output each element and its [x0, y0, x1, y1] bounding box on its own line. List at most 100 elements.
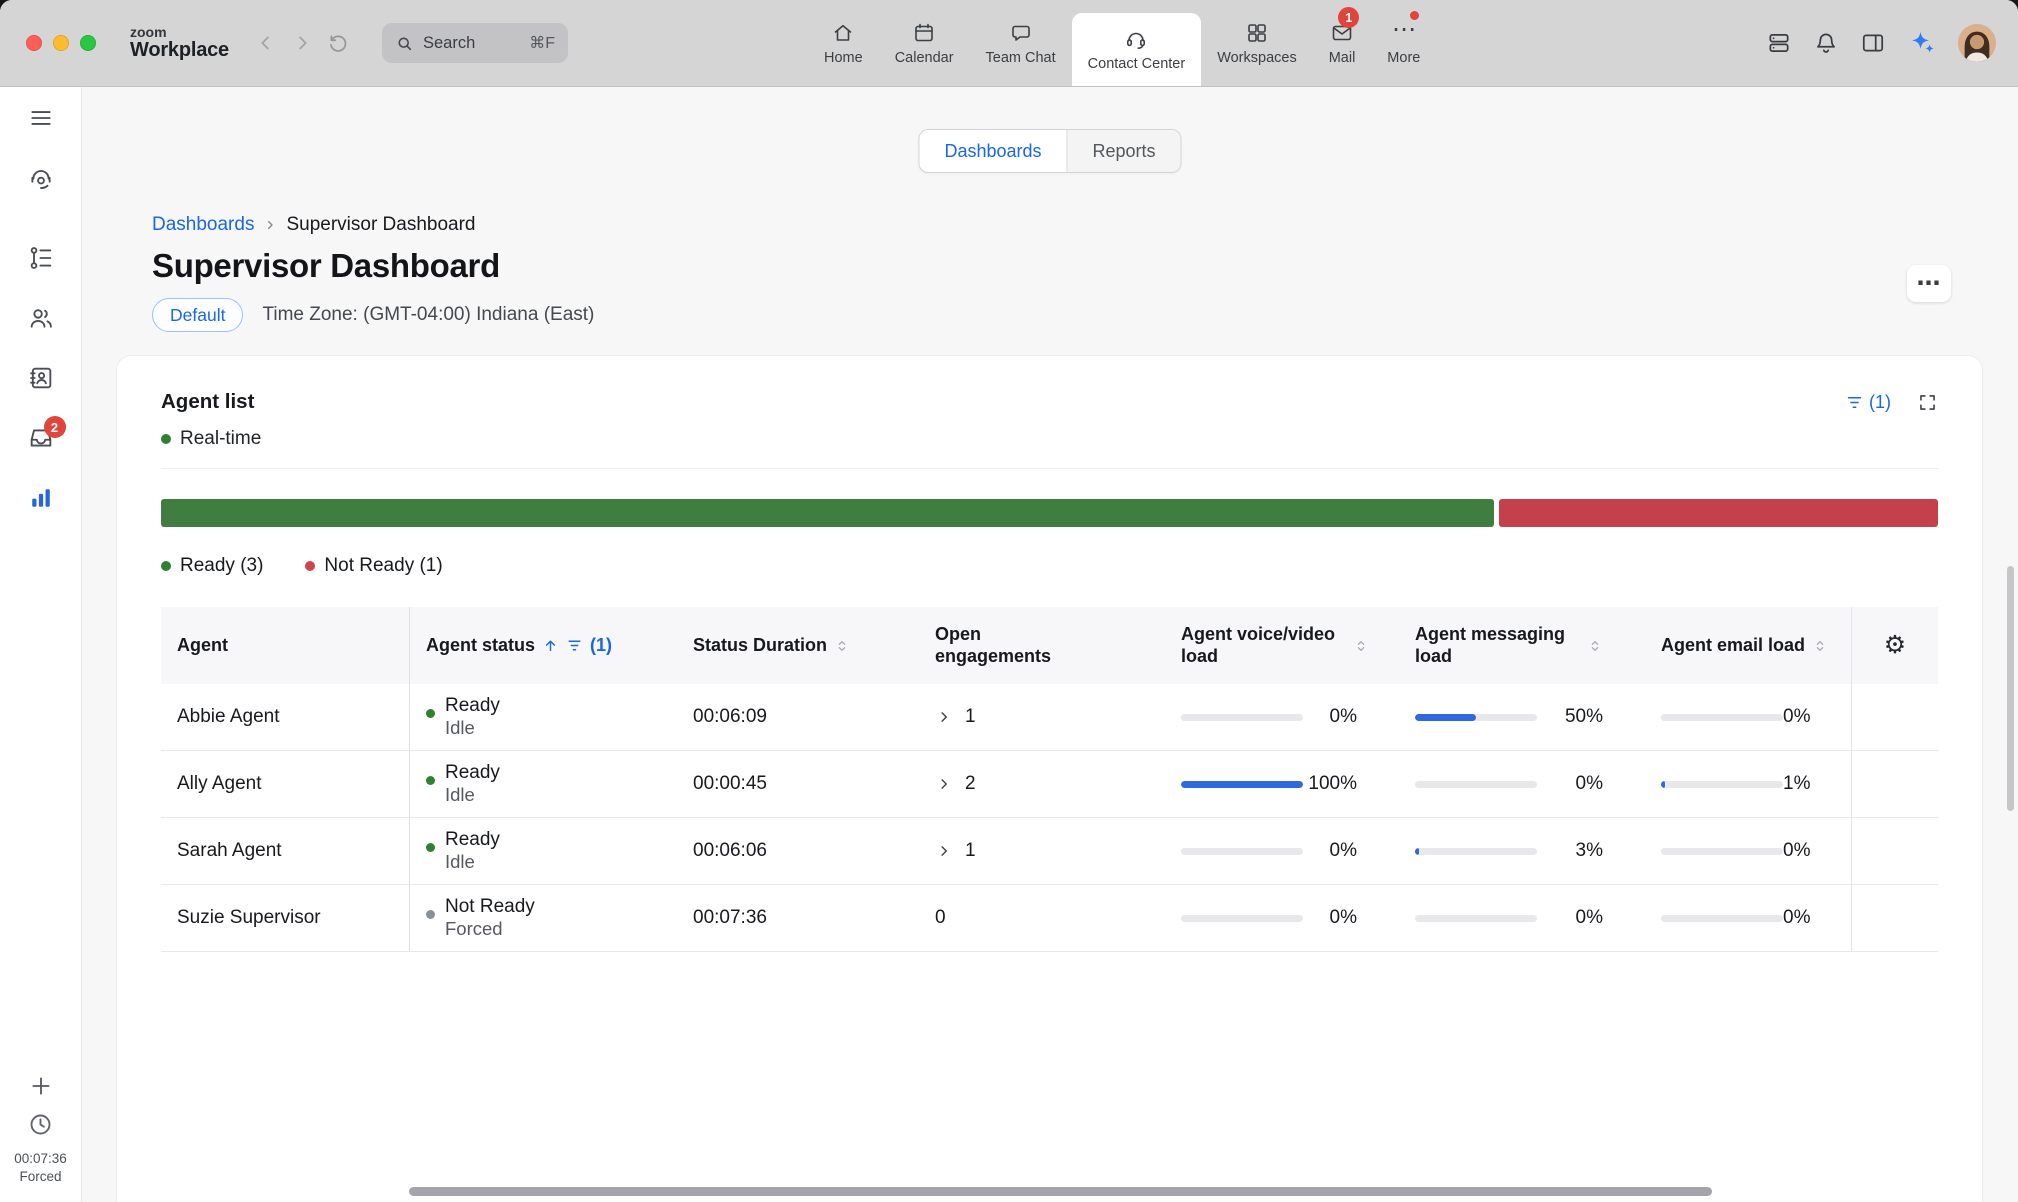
load-percent-label: 3% — [1537, 840, 1629, 862]
agent-name-cell: Abbie Agent — [161, 684, 409, 750]
open-engagements-cell[interactable]: 1 — [919, 818, 1165, 884]
dashboard-more-options-button[interactable]: ⋯ — [1907, 265, 1951, 302]
history-icon[interactable] — [327, 32, 350, 55]
sidebar-icons: 2 — [26, 103, 56, 513]
horizontal-scrollbar[interactable] — [409, 1187, 1712, 1196]
engagement-count: 0 — [935, 907, 946, 929]
status-detail-label: Idle — [445, 851, 500, 874]
open-engagements-cell: 0 — [919, 885, 1165, 951]
load-progress-track — [1415, 848, 1537, 855]
agent-table-body: Abbie AgentReadyIdle00:06:0910%50%0%Ally… — [161, 684, 1938, 952]
load-percent-label: 0% — [1303, 840, 1383, 862]
user-avatar[interactable] — [1958, 24, 1996, 62]
messaging-load-cell: 0% — [1399, 751, 1645, 817]
back-chevron-icon[interactable] — [255, 32, 277, 54]
sidebar-item-analytics[interactable] — [26, 483, 56, 513]
sidebar-item-inbox[interactable]: 2 — [26, 423, 56, 453]
nav-label: More — [1387, 50, 1420, 66]
add-plus-icon[interactable] — [28, 1073, 54, 1099]
load-percent-label: 0% — [1537, 907, 1629, 929]
ai-companion-sparkle-icon[interactable] — [1907, 28, 1937, 58]
sort-carets-icon — [1353, 638, 1369, 654]
page-title: Supervisor Dashboard — [152, 247, 500, 285]
agent-table-row[interactable]: Ally AgentReadyIdle00:00:452100%0%1% — [161, 751, 1938, 818]
notifications-bell-icon[interactable] — [1813, 30, 1839, 56]
sidebar-item-menu[interactable] — [26, 103, 56, 133]
nav-item-home[interactable]: Home — [808, 0, 879, 86]
load-progress-track — [1661, 915, 1783, 922]
nav-item-contact-center[interactable]: Contact Center — [1072, 13, 1202, 86]
headset-icon — [1124, 27, 1148, 51]
sidebar-item-flows[interactable] — [26, 243, 56, 273]
nav-item-workspaces[interactable]: Workspaces — [1201, 0, 1313, 86]
history-navigation — [255, 32, 350, 55]
column-settings-gear-icon[interactable]: ⚙ — [1851, 607, 1938, 684]
agent-name-cell: Suzie Supervisor — [161, 885, 409, 951]
tab-reports[interactable]: Reports — [1067, 130, 1181, 172]
nav-item-team-chat[interactable]: Team Chat — [970, 0, 1072, 86]
nav-item-mail[interactable]: 1 Mail — [1313, 0, 1372, 86]
sidebar-item-contacts[interactable] — [26, 303, 56, 333]
widget-title: Agent list — [161, 390, 254, 414]
sidebar-item-supervise[interactable] — [26, 163, 56, 193]
open-engagements-cell[interactable]: 2 — [919, 751, 1165, 817]
agent-table-row[interactable]: Suzie SupervisorNot ReadyForced00:07:360… — [161, 885, 1938, 952]
status-dot — [426, 709, 435, 718]
column-header-email-load[interactable]: Agent email load — [1645, 607, 1851, 684]
close-window-button[interactable] — [26, 35, 42, 51]
side-panel-icon[interactable] — [1860, 30, 1886, 56]
tab-dashboards[interactable]: Dashboards — [919, 130, 1066, 172]
column-header-voice-load[interactable]: Agent voice/video load — [1165, 607, 1399, 684]
load-progress-fill — [1661, 781, 1665, 788]
widget-filter-button[interactable]: (1) — [1845, 392, 1891, 413]
nav-label: Team Chat — [986, 50, 1056, 66]
load-progress-track — [1181, 714, 1303, 721]
titlebar: zoom Workplace Search ⌘F Home Calendar — [0, 0, 2018, 87]
zoom-window-button[interactable] — [80, 35, 96, 51]
vertical-scrollbar[interactable] — [2007, 566, 2014, 811]
legend-ready: Ready (3) — [161, 555, 263, 577]
status-label: Not Ready — [445, 895, 535, 919]
column-header-messaging-load[interactable]: Agent messaging load — [1399, 607, 1645, 684]
agent-table-row[interactable]: Abbie AgentReadyIdle00:06:0910%50%0% — [161, 684, 1938, 751]
chat-bubble-icon — [1009, 21, 1033, 45]
load-progress-track — [1661, 714, 1783, 721]
more-ellipsis-icon: ⋯ — [1392, 21, 1416, 45]
expand-row-chevron-icon[interactable] — [935, 775, 953, 793]
stack-icon[interactable] — [1766, 30, 1792, 56]
expand-fullscreen-icon[interactable] — [1917, 392, 1938, 413]
forward-chevron-icon[interactable] — [291, 32, 313, 54]
expand-row-chevron-icon[interactable] — [935, 842, 953, 860]
status-clock-icon[interactable] — [27, 1111, 54, 1138]
column-header-agent-status[interactable]: Agent status (1) — [409, 607, 677, 684]
timezone-label: Time Zone: (GMT-04:00) Indiana (East) — [262, 304, 594, 326]
load-percent-label: 50% — [1537, 706, 1629, 728]
nav-item-calendar[interactable]: Calendar — [879, 0, 970, 86]
agent-status-cell: Not ReadyForced — [409, 885, 677, 951]
inbox-unread-badge: 2 — [44, 416, 66, 438]
filter-funnel-icon — [1845, 393, 1864, 412]
legend-not-ready: Not Ready (1) — [305, 555, 442, 577]
nav-item-more[interactable]: ⋯ More — [1371, 0, 1436, 86]
status-duration-cell: 00:06:09 — [677, 684, 919, 750]
load-progress-track — [1181, 915, 1303, 922]
column-header-status-duration[interactable]: Status Duration — [677, 607, 919, 684]
expand-row-chevron-icon[interactable] — [935, 708, 953, 726]
global-search-input[interactable]: Search ⌘F — [382, 23, 568, 63]
open-engagements-cell[interactable]: 1 — [919, 684, 1165, 750]
sidebar-item-address-book[interactable] — [26, 363, 56, 393]
load-progress-track — [1415, 714, 1537, 721]
status-timer: 00:07:36 Forced — [14, 1150, 67, 1186]
agent-list-widget: Agent list (1) Real-time — [117, 356, 1982, 1202]
load-percent-label: 1% — [1783, 773, 1836, 795]
voice-load-cell: 100% — [1165, 751, 1399, 817]
breadcrumb-dashboards-link[interactable]: Dashboards — [152, 214, 254, 236]
avatar-image — [1958, 24, 1996, 62]
email-load-cell: 0% — [1645, 885, 1851, 951]
status-duration-cell: 00:06:06 — [677, 818, 919, 884]
minimize-window-button[interactable] — [53, 35, 69, 51]
load-percent-label: 0% — [1303, 907, 1383, 929]
agent-table-row[interactable]: Sarah AgentReadyIdle00:06:0610%3%0% — [161, 818, 1938, 885]
breadcrumb-chevron-icon — [262, 217, 278, 233]
analytics-bars-icon — [27, 484, 55, 512]
